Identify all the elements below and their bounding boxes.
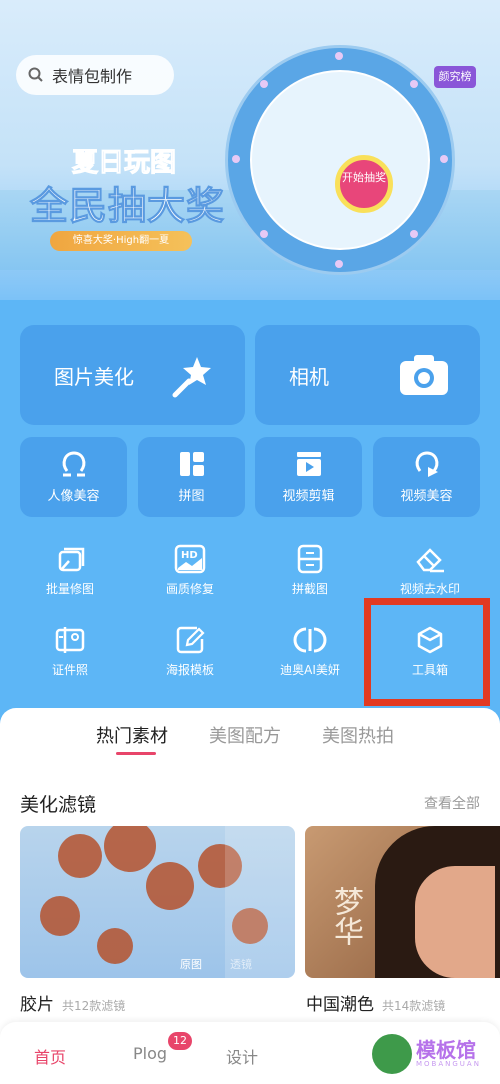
banner-pill: 惊喜大奖·High翻一夏 [50, 231, 192, 251]
watermark-tree-logo [372, 1034, 412, 1074]
nav-plog[interactable]: Plog [133, 1044, 167, 1063]
watermark-text: 模板馆 [416, 1038, 476, 1062]
banner-headline: 全民抽大奖 [29, 184, 226, 229]
section-title: 美化滤镜 [20, 794, 97, 816]
banner-title: 夏日玩图 [71, 148, 177, 179]
id-photo-icon [55, 627, 85, 653]
filter-thumbnail-film[interactable]: 原图 透镜 [20, 826, 295, 978]
batch-edit-icon [58, 547, 85, 572]
nav-home[interactable]: 首页 [34, 1044, 66, 1068]
card-label: 拼图 [178, 489, 205, 504]
portrait-icon [62, 451, 85, 477]
tool-id-photo[interactable]: 证件照 [15, 625, 125, 678]
promo-banner[interactable]: 表情包制作 夏日玩图 全民抽大奖 惊喜大奖·High翻一夏 开始抽奖 颜究榜 [0, 0, 500, 300]
camera-card[interactable]: 相机 [255, 325, 480, 425]
card-label: 人像美容 [47, 489, 100, 504]
filter-name: 中国潮色 [306, 995, 374, 1015]
magic-wand-icon [172, 357, 211, 398]
tab-hot-shots[interactable]: 美图热拍 [322, 722, 394, 748]
tool-dior-ai[interactable]: 迪奥AI美妍 [255, 625, 365, 678]
plog-badge: 12 [168, 1032, 192, 1050]
filter-thumbnail-chinese-color[interactable]: 梦华 [305, 826, 500, 978]
collage-icon [179, 452, 204, 476]
tool-label: 迪奥AI美妍 [280, 663, 340, 677]
maple-leaves-image [40, 826, 295, 978]
tool-label: 批量修图 [45, 582, 94, 596]
filter-name-chinese-color[interactable]: 中国潮色 共14款滤镜 [306, 990, 445, 1015]
filter-count: 共14款滤镜 [382, 999, 446, 1013]
tab-hot-materials[interactable]: 热门素材 [96, 722, 168, 748]
filter-count: 共12款滤镜 [62, 999, 126, 1013]
wheel-face: 开始抽奖 [250, 70, 430, 250]
tool-label: 画质修复 [165, 582, 214, 596]
wheel-light [260, 230, 268, 238]
wheel-light [335, 52, 343, 60]
tool-label: 海报模板 [165, 663, 214, 677]
filter-name-film[interactable]: 胶片 共12款滤镜 [20, 990, 125, 1015]
bottom-nav: 首页 Plog 12 设计 模板馆 MOBANGUAN [0, 1022, 500, 1084]
wheel-light [410, 230, 418, 238]
wheel-light [410, 80, 418, 88]
collage-card[interactable]: 拼图 [138, 437, 245, 517]
tool-stitch-screenshot[interactable]: 拼截图 [255, 544, 365, 597]
card-label: 视频剪辑 [282, 489, 335, 504]
svg-text:HD: HD [181, 550, 198, 561]
video-beauty-card[interactable]: 视频美容 [373, 437, 480, 517]
view-all-link[interactable]: 查看全部 [424, 793, 480, 813]
wheel-light [232, 155, 240, 163]
tool-hd-restore[interactable]: HD 画质修复 [135, 544, 245, 597]
ranking-badge[interactable]: 颜究榜 [434, 66, 476, 88]
hd-icon: HD [174, 544, 206, 574]
video-edit-card[interactable]: 视频剪辑 [255, 437, 362, 517]
tool-remove-watermark[interactable]: 视频去水印 [375, 544, 485, 597]
watermark-subtext: MOBANGUAN [416, 1060, 481, 1068]
active-tab-indicator [116, 752, 156, 755]
photo-beautify-card[interactable]: 图片美化 [20, 325, 245, 425]
wheel-light [335, 260, 343, 268]
filter-label: 透镜 [230, 958, 252, 971]
video-beauty-icon [415, 451, 438, 477]
tab-recipes[interactable]: 美图配方 [209, 722, 281, 748]
eraser-icon [416, 548, 444, 573]
poster-icon [176, 626, 205, 654]
card-label: 视频美容 [400, 489, 453, 504]
clapper-icon [296, 452, 321, 476]
tool-batch-edit[interactable]: 批量修图 [15, 544, 125, 597]
search-placeholder: 表情包制作 [52, 67, 133, 86]
tool-label: 拼截图 [291, 582, 328, 596]
tool-label: 证件照 [51, 663, 88, 677]
portrait-face [415, 866, 495, 978]
dior-icon [293, 627, 327, 653]
camera-icon [400, 355, 448, 395]
start-draw-button[interactable]: 开始抽奖 [335, 155, 393, 213]
nav-design[interactable]: 设计 [226, 1044, 258, 1068]
portrait-beauty-card[interactable]: 人像美容 [20, 437, 127, 517]
calligraphy-text: 梦华 [328, 886, 363, 946]
highlight-box [364, 598, 490, 706]
original-label: 原图 [180, 958, 202, 971]
tool-poster-template[interactable]: 海报模板 [135, 625, 245, 678]
card-label: 相机 [289, 364, 329, 389]
card-label: 图片美化 [54, 364, 134, 389]
screenshot-stitch-icon [297, 544, 323, 574]
prize-wheel[interactable]: 开始抽奖 [225, 45, 455, 275]
search-bar[interactable]: 表情包制作 [16, 55, 174, 95]
search-icon [28, 67, 43, 82]
wheel-light [260, 80, 268, 88]
tool-label: 视频去水印 [399, 582, 460, 596]
filter-name: 胶片 [20, 995, 54, 1015]
wheel-light [440, 155, 448, 163]
